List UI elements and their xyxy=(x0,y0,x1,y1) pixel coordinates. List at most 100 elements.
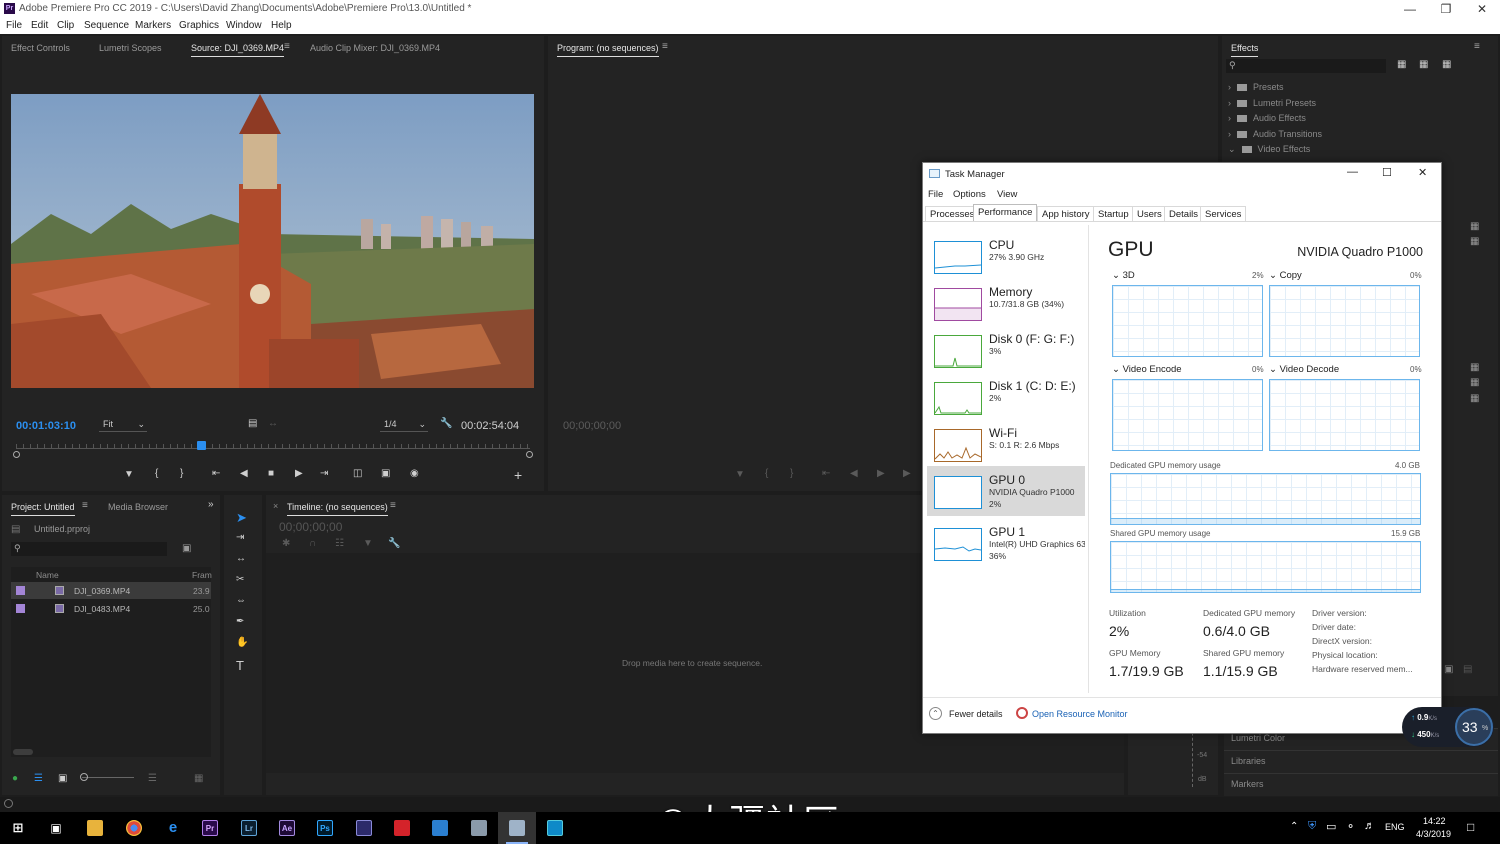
add-marker-icon[interactable]: ▼ xyxy=(363,538,373,549)
tm-menu-view[interactable]: View xyxy=(997,189,1017,200)
new-bin-icon[interactable]: ▣ xyxy=(182,543,191,554)
effects-item-video-effects[interactable]: ⌄ Video Effects xyxy=(1228,144,1310,155)
panel-item-libraries[interactable]: Libraries xyxy=(1231,756,1266,766)
clock-date[interactable]: 4/3/2019 xyxy=(1416,829,1451,839)
maximize-icon[interactable]: ☐ xyxy=(1382,166,1392,179)
pen-tool-icon[interactable]: ✒ xyxy=(236,616,244,627)
step-back-icon[interactable]: ◀ xyxy=(850,468,858,479)
menu-graphics[interactable]: Graphics xyxy=(179,20,219,31)
menu-clip[interactable]: Clip xyxy=(57,20,74,31)
table-row[interactable]: DJI_0483.MP4 25.0 xyxy=(11,600,211,617)
program-timecode[interactable]: 00;00;00;00 xyxy=(563,420,621,432)
tm-tab-app-history[interactable]: App history xyxy=(1037,206,1095,221)
zoom-select[interactable]: Fit ⌄ xyxy=(99,419,147,432)
tab-program[interactable]: Program: (no sequences) xyxy=(557,43,659,57)
go-to-in-icon[interactable]: ⇤ xyxy=(822,468,830,479)
effects-item-audio-effects[interactable]: › Audio Effects xyxy=(1228,113,1306,123)
insert-icon[interactable]: ↔ xyxy=(268,418,278,429)
battery-icon[interactable]: ▭ xyxy=(1326,820,1336,833)
edge-icon[interactable]: e xyxy=(165,820,181,836)
export-frame-small-icon[interactable]: ▤ xyxy=(248,418,257,429)
out-point-handle[interactable] xyxy=(526,451,533,458)
app-cyan-icon[interactable] xyxy=(547,820,563,836)
app-blue-window-icon[interactable] xyxy=(432,820,448,836)
tab-source[interactable]: Source: DJI_0369.MP4 xyxy=(191,43,285,57)
mark-out-icon[interactable]: } xyxy=(180,468,183,479)
mark-out-icon[interactable]: } xyxy=(790,468,793,479)
show-hidden-icons-icon[interactable]: ⌃ xyxy=(1290,821,1298,832)
tab-lumetri-scopes[interactable]: Lumetri Scopes xyxy=(99,43,162,53)
chrome-icon[interactable] xyxy=(126,820,142,836)
ripple-edit-tool-icon[interactable]: ↔ xyxy=(236,553,246,564)
timeline-timecode[interactable]: 00;00;00;00 xyxy=(279,520,342,534)
tab-media-browser[interactable]: Media Browser xyxy=(108,502,168,512)
perf-item-gpu1[interactable]: GPU 1 Intel(R) UHD Graphics 63 36% xyxy=(927,518,1085,568)
task-manager-taskbar-icon[interactable] xyxy=(509,820,525,836)
step-forward-icon[interactable]: ▶ xyxy=(903,468,911,479)
menu-sequence[interactable]: Sequence xyxy=(84,20,129,31)
chevron-up-icon[interactable]: ⌃ xyxy=(929,707,942,720)
file-explorer-icon[interactable] xyxy=(87,820,103,836)
panel-menu-icon[interactable]: ≡ xyxy=(82,500,88,511)
panel-item-markers[interactable]: Markers xyxy=(1231,779,1264,789)
panel-menu-icon[interactable]: ≡ xyxy=(284,41,290,52)
mark-in-icon[interactable]: { xyxy=(155,468,158,479)
panel-item-lumetri-color[interactable]: Lumetri Color xyxy=(1231,733,1285,743)
fewer-details-link[interactable]: Fewer details xyxy=(949,709,1003,719)
lock-icon[interactable]: ● xyxy=(12,773,18,784)
resolution-select[interactable]: 1/4 ⌄ xyxy=(380,419,428,432)
tab-effects[interactable]: Effects xyxy=(1231,43,1259,57)
perf-item-wifi[interactable]: Wi-Fi S: 0.1 R: 2.6 Mbps xyxy=(927,419,1085,466)
zoom-slider[interactable] xyxy=(82,777,134,778)
project-search-input[interactable]: ⚲ xyxy=(11,542,167,556)
perf-item-disk1[interactable]: Disk 1 (C: D: E:) 2% xyxy=(927,372,1085,419)
app-red-icon[interactable] xyxy=(394,820,410,836)
minimize-icon[interactable]: — xyxy=(1392,1,1428,17)
windows-start-icon[interactable]: ⊞ xyxy=(10,820,26,836)
graph-3d-label[interactable]: ⌄ 3D xyxy=(1112,270,1135,281)
panel-menu-icon[interactable]: ≡ xyxy=(390,500,396,511)
slip-tool-icon[interactable]: ⇔ xyxy=(236,595,246,606)
source-time-ruler[interactable] xyxy=(13,440,533,458)
effects-item-presets[interactable]: › Presets xyxy=(1228,82,1284,92)
stop-icon[interactable]: ■ xyxy=(268,468,274,479)
camera-icon[interactable]: ◉ xyxy=(410,468,419,479)
lightroom-taskbar-icon[interactable]: Lr xyxy=(241,820,257,836)
tm-tab-users[interactable]: Users xyxy=(1132,206,1167,221)
minimize-icon[interactable]: — xyxy=(1347,166,1358,178)
tm-tab-performance[interactable]: Performance xyxy=(973,204,1038,221)
panel-menu-icon[interactable]: ≡ xyxy=(1474,41,1480,52)
close-icon[interactable]: ✕ xyxy=(1464,1,1500,17)
wifi-icon[interactable]: ⚬ xyxy=(1346,820,1355,833)
task-view-icon[interactable]: ▣ xyxy=(48,820,64,836)
add-marker-icon[interactable]: ▼ xyxy=(735,469,745,480)
wrench-icon[interactable]: 🔧 xyxy=(388,538,400,549)
delete-icon[interactable]: ▤ xyxy=(1463,664,1472,675)
network-speed-widget[interactable]: ↑ 0.9K/s ↓ 450K/s 33% xyxy=(1402,707,1494,747)
selection-tool-icon[interactable]: ➤ xyxy=(236,510,247,526)
table-row[interactable]: DJI_0369.MP4 23.9 xyxy=(11,582,211,599)
menu-help[interactable]: Help xyxy=(271,20,292,31)
add-marker-icon[interactable]: ▼ xyxy=(124,469,134,480)
after-effects-taskbar-icon[interactable]: Ae xyxy=(279,820,295,836)
type-tool-icon[interactable]: T xyxy=(236,658,244,673)
defender-shield-icon[interactable]: ⛨ xyxy=(1308,820,1316,833)
tm-menu-file[interactable]: File xyxy=(928,189,943,200)
in-point-handle[interactable] xyxy=(13,451,20,458)
insert-clip-icon[interactable]: ◫ xyxy=(353,468,362,479)
graph-video-decode-label[interactable]: ⌄ Video Decode xyxy=(1269,364,1339,375)
tab-project[interactable]: Project: Untitled xyxy=(11,502,75,516)
app-gray-icon[interactable] xyxy=(471,820,487,836)
label-color-swatch[interactable] xyxy=(16,586,25,595)
label-color-swatch[interactable] xyxy=(16,604,25,613)
icon-view-icon[interactable]: ▣ xyxy=(58,773,67,784)
perf-item-memory[interactable]: Memory 10.7/31.8 GB (34%) xyxy=(927,278,1085,325)
clock-time[interactable]: 14:22 xyxy=(1423,816,1446,826)
tm-tab-processes[interactable]: Processes xyxy=(925,206,980,221)
panel-menu-icon[interactable]: ≡ xyxy=(662,41,668,52)
yuv-effects-icon[interactable]: ▦ xyxy=(1442,59,1451,70)
graph-copy-label[interactable]: ⌄ Copy xyxy=(1269,270,1302,281)
tab-timeline[interactable]: Timeline: (no sequences) xyxy=(287,502,388,516)
zoom-slider-handle[interactable] xyxy=(80,773,88,781)
menu-edit[interactable]: Edit xyxy=(31,20,48,31)
